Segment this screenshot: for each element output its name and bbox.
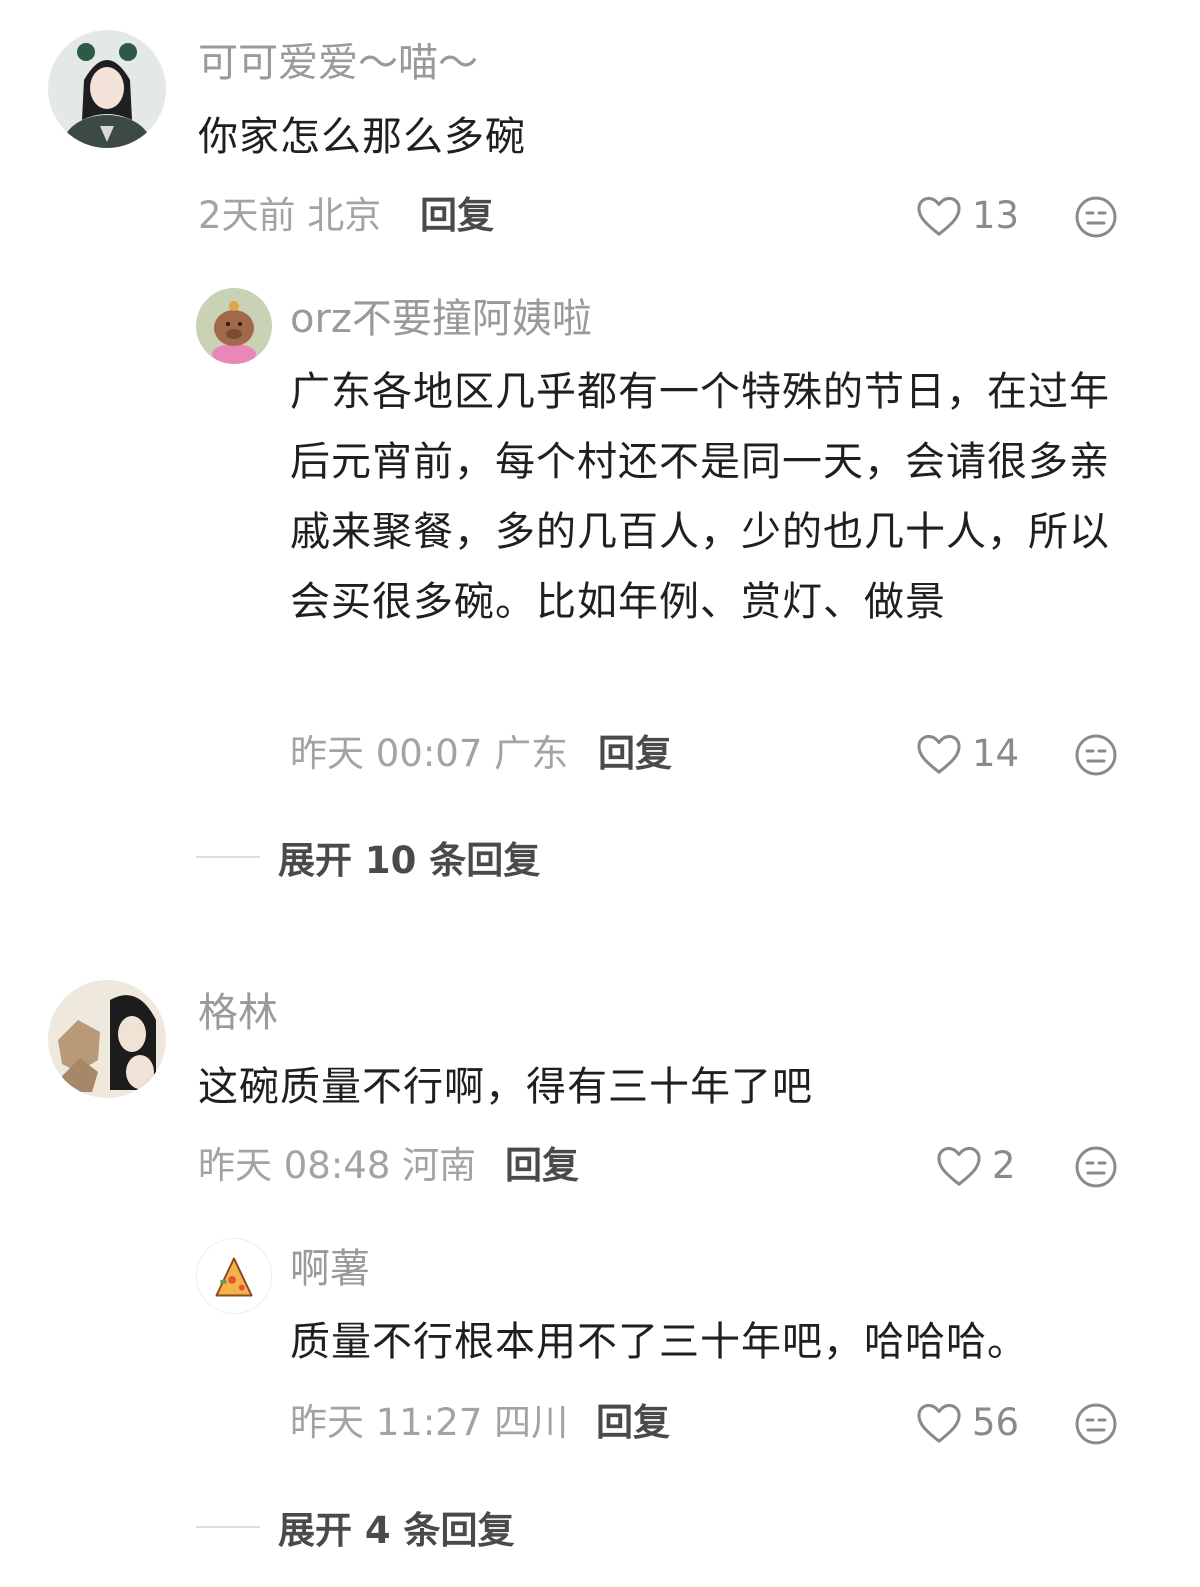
like-count: 14 <box>972 732 1020 775</box>
heart-outline-icon <box>917 734 961 774</box>
like-button[interactable]: 56 <box>916 1398 1019 1448</box>
reply-button[interactable]: 回复 <box>505 1141 579 1191</box>
divider <box>196 856 260 858</box>
comment-meta: 昨天 08:48 河南 <box>198 1144 477 1187</box>
neutral-face-icon[interactable] <box>1074 1145 1118 1189</box>
like-count: 56 <box>972 1401 1020 1444</box>
comment-username[interactable]: orz不要撞阿姨啦 <box>290 294 592 344</box>
comment-text: 广东各地区几乎都有一个特殊的节日，在过年后元宵前，每个村还不是同一天，会请很多亲… <box>290 369 1110 625</box>
comment-username[interactable]: 啊薯 <box>290 1244 370 1294</box>
comment-text: 你家怎么那么多碗 <box>198 114 526 160</box>
heart-outline-icon <box>917 196 961 236</box>
reply-button[interactable]: 回复 <box>420 191 494 241</box>
reply-button[interactable]: 回复 <box>596 1398 670 1448</box>
expand-replies-button[interactable]: 展开 4 条回复 <box>196 1502 515 1552</box>
comment-meta: 昨天 00:07 广东 <box>290 732 569 775</box>
neutral-face-icon[interactable] <box>1074 195 1118 239</box>
comment-text: 质量不行根本用不了三十年吧，哈哈哈。 <box>290 1319 1028 1365</box>
like-button[interactable]: 2 <box>936 1141 1016 1191</box>
neutral-face-icon[interactable] <box>1074 1402 1118 1446</box>
expand-replies-button[interactable]: 展开 10 条回复 <box>196 832 540 882</box>
expand-replies-label: 展开 10 条回复 <box>278 839 541 882</box>
like-button[interactable]: 13 <box>916 191 1019 241</box>
like-count: 2 <box>992 1144 1016 1187</box>
expand-replies-label: 展开 4 条回复 <box>278 1509 515 1552</box>
like-count: 13 <box>972 194 1020 237</box>
heart-outline-icon <box>917 1403 961 1443</box>
neutral-face-icon[interactable] <box>1074 733 1118 777</box>
like-button[interactable]: 14 <box>916 729 1019 779</box>
divider <box>196 1526 260 1528</box>
avatar[interactable] <box>48 980 166 1098</box>
comment-username[interactable]: 格林 <box>198 988 278 1038</box>
comment-text: 这碗质量不行啊，得有三十年了吧 <box>198 1064 813 1110</box>
heart-outline-icon <box>937 1146 981 1186</box>
comment-meta: 2天前 北京 <box>198 194 382 237</box>
avatar[interactable] <box>48 30 166 148</box>
comment-meta: 昨天 11:27 四川 <box>290 1401 569 1444</box>
reply-button[interactable]: 回复 <box>598 729 672 779</box>
avatar[interactable] <box>196 1238 272 1314</box>
avatar[interactable] <box>196 288 272 364</box>
comment-username[interactable]: 可可爱爱～喵～ <box>198 38 478 88</box>
